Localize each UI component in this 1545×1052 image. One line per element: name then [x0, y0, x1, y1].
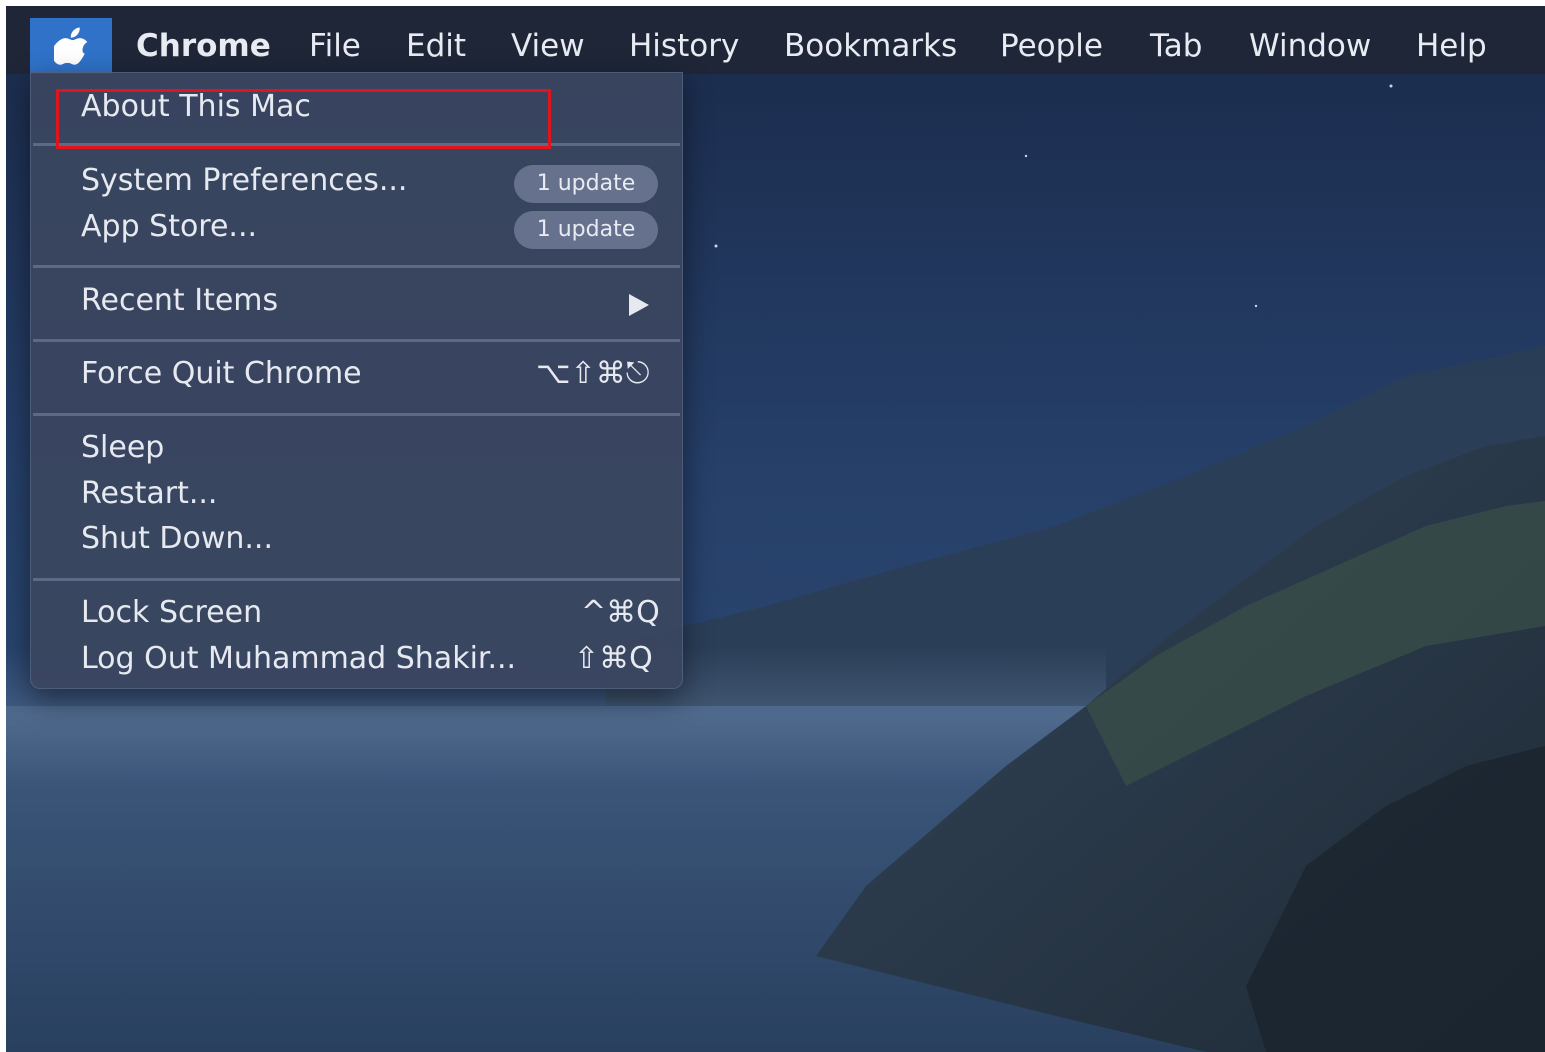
menu-item-shut-down[interactable]: Shut Down... — [81, 521, 273, 556]
menu-window[interactable]: Window — [1249, 6, 1371, 74]
menu-item-app-store[interactable]: App Store... — [81, 209, 257, 244]
menu-item-sleep[interactable]: Sleep — [81, 430, 164, 465]
menu-item-force-quit-chrome[interactable]: Force Quit Chrome — [81, 356, 362, 391]
menu-chrome[interactable]: Chrome — [136, 6, 271, 74]
menu-history[interactable]: History — [629, 6, 739, 74]
menu-file[interactable]: File — [309, 6, 361, 74]
menu-bar: Chrome File Edit View History Bookmarks … — [6, 6, 1545, 74]
apple-logo-icon — [54, 27, 88, 65]
system-preferences-update-badge: 1 update — [514, 165, 658, 203]
menu-view[interactable]: View — [511, 6, 585, 74]
about-this-mac-highlight-box — [56, 89, 551, 149]
app-store-update-badge: 1 update — [514, 211, 658, 249]
force-quit-shortcut: ⌥⇧⌘⎋ — [536, 356, 650, 391]
menu-help[interactable]: Help — [1416, 6, 1487, 74]
menu-separator — [33, 413, 680, 416]
menu-bookmarks[interactable]: Bookmarks — [784, 6, 957, 74]
menu-item-lock-screen[interactable]: Lock Screen — [81, 595, 262, 630]
menu-separator — [33, 265, 680, 268]
menu-people[interactable]: People — [1000, 6, 1103, 74]
apple-menu-dropdown: About This Mac System Preferences... 1 u… — [30, 72, 683, 689]
log-out-shortcut: ⇧⌘Q — [574, 641, 653, 676]
menu-item-recent-items[interactable]: Recent Items — [81, 283, 278, 318]
menu-tab[interactable]: Tab — [1150, 6, 1202, 74]
submenu-arrow-icon — [629, 294, 649, 316]
menu-item-system-preferences[interactable]: System Preferences... — [81, 163, 407, 198]
menu-item-restart[interactable]: Restart... — [81, 476, 217, 511]
desktop: Chrome File Edit View History Bookmarks … — [6, 6, 1545, 1052]
menu-separator — [33, 339, 680, 342]
menu-separator — [33, 578, 680, 581]
lock-screen-shortcut: ^⌘Q — [581, 595, 660, 630]
apple-menu-button[interactable] — [30, 18, 112, 74]
menu-edit[interactable]: Edit — [406, 6, 466, 74]
menu-item-log-out[interactable]: Log Out Muhammad Shakir... — [81, 641, 516, 676]
